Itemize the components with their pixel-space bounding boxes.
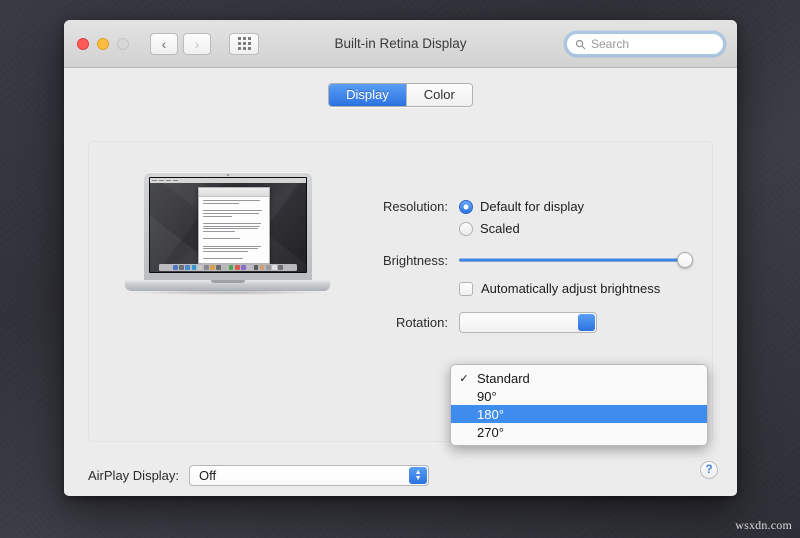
- menu-item-label: Standard: [477, 370, 530, 386]
- radio-default-for-display[interactable]: Default for display: [459, 199, 584, 214]
- resolution-options: Default for display Scaled: [459, 199, 584, 243]
- airplay-label: AirPlay Display:: [88, 468, 180, 483]
- macbook-illustration: [125, 172, 330, 312]
- show-all-icon[interactable]: [229, 32, 259, 55]
- radio-label-scaled: Scaled: [480, 221, 520, 236]
- preview-document-window: [198, 187, 271, 265]
- preview-menubar: [150, 178, 306, 183]
- airplay-value: Off: [199, 468, 217, 483]
- search-input[interactable]: [591, 37, 711, 51]
- macbook-notch: [210, 280, 245, 283]
- menu-item-270[interactable]: 270°: [451, 423, 707, 441]
- menu-item-label: 90°: [477, 388, 497, 404]
- rotation-dropdown-menu[interactable]: ✓ Standard 90° 180° 270°: [450, 364, 708, 446]
- rotation-label: Rotation:: [395, 315, 448, 330]
- brightness-slider[interactable]: [459, 252, 693, 268]
- radio-label-default: Default for display: [480, 199, 585, 214]
- rotation-row: Rotation:: [348, 312, 597, 333]
- traffic-light-group: [77, 37, 129, 50]
- grid-dot: [242, 47, 246, 50]
- auto-brightness-checkbox[interactable]: [459, 281, 473, 296]
- navigation-buttons: ‹ ›: [150, 32, 211, 55]
- rotation-popup-button[interactable]: [459, 312, 597, 333]
- preview-document-toolbar: [199, 188, 270, 198]
- macbook-camera: [227, 174, 229, 176]
- chevron-updown-icon: [578, 314, 595, 331]
- menu-item-label: 270°: [477, 424, 504, 440]
- chevron-down: ▼: [414, 474, 422, 482]
- checkmark-icon: ✓: [459, 372, 469, 385]
- preview-dock: [159, 264, 297, 271]
- slider-knob[interactable]: [677, 252, 693, 268]
- slider-fill: [459, 258, 685, 262]
- auto-brightness-checkbox-row[interactable]: Automatically adjust brightness: [459, 281, 660, 296]
- tab-display[interactable]: Display: [329, 84, 406, 106]
- preview-document-text: [199, 197, 269, 263]
- back-button[interactable]: ‹: [150, 32, 178, 55]
- menu-item-standard[interactable]: ✓ Standard: [451, 369, 707, 387]
- tab-bar: Display Color: [64, 83, 737, 107]
- grid-dot: [242, 42, 246, 45]
- minimize-button[interactable]: [97, 37, 109, 50]
- menu-item-label: 180°: [477, 406, 504, 422]
- grid-dot: [247, 42, 251, 45]
- tab-color[interactable]: Color: [405, 84, 472, 106]
- grid-dot: [242, 37, 246, 40]
- close-button[interactable]: [77, 37, 89, 50]
- airplay-row: AirPlay Display: Off ▲ ▼: [88, 465, 430, 486]
- window-body: Display Color Resolution: Default for di…: [64, 68, 737, 495]
- chevron-updown-icon: ▲ ▼: [409, 467, 428, 484]
- menu-item-180[interactable]: 180°: [451, 405, 707, 423]
- system-preferences-window: ‹ › Built-in Retina Display Display Colo…: [64, 20, 737, 496]
- grid-dot: [247, 37, 251, 40]
- watermark: wsxdn.com: [735, 518, 792, 532]
- macbook-shadow: [131, 290, 324, 295]
- radio-button-scaled[interactable]: [459, 221, 473, 236]
- grid-dot: [247, 47, 251, 50]
- window-titlebar: ‹ › Built-in Retina Display: [64, 20, 737, 68]
- resolution-row: Resolution: Default for display Scaled: [348, 199, 584, 243]
- resolution-label: Resolution:: [382, 199, 448, 214]
- help-button[interactable]: ?: [700, 461, 718, 479]
- macbook-lid: [144, 172, 312, 282]
- brightness-row: Brightness:: [348, 252, 693, 268]
- grid-dot: [237, 37, 241, 40]
- grid-dot: [237, 47, 241, 50]
- zoom-button: [117, 37, 129, 50]
- auto-brightness-label: Automatically adjust brightness: [481, 281, 661, 296]
- brightness-label: Brightness:: [382, 252, 448, 268]
- radio-scaled[interactable]: Scaled: [459, 221, 584, 236]
- search-field[interactable]: [566, 33, 724, 55]
- forward-button: ›: [183, 32, 211, 55]
- menu-item-90[interactable]: 90°: [451, 387, 707, 405]
- display-settings-panel: Resolution: Default for display Scaled B…: [88, 141, 713, 446]
- airplay-select[interactable]: Off ▲ ▼: [189, 465, 430, 486]
- grid-dot: [237, 42, 241, 45]
- macbook-screen: [149, 177, 307, 273]
- search-icon: [575, 39, 586, 49]
- radio-button-default[interactable]: [459, 199, 473, 214]
